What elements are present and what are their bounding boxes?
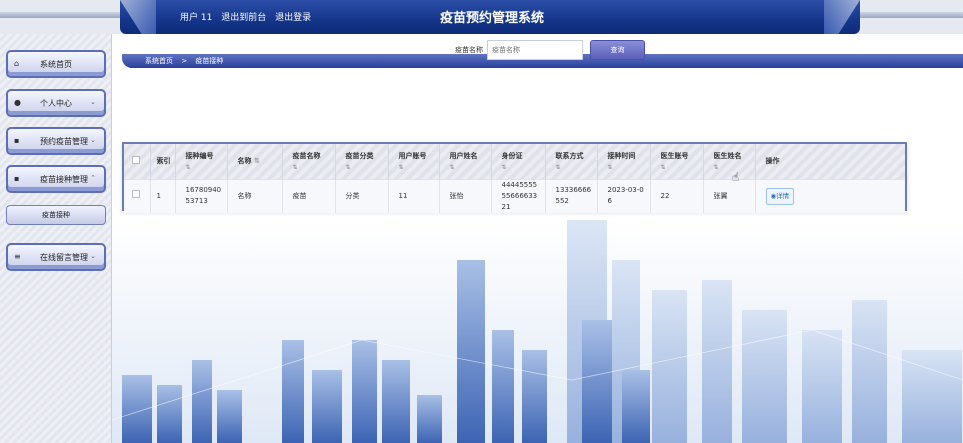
cell-vaccine: 疫苗 bbox=[282, 178, 336, 213]
breadcrumb: 系统首页 > 疫苗接种 bbox=[142, 56, 226, 66]
sort-icon[interactable]: ⇅ bbox=[608, 164, 650, 171]
column-header[interactable]: 索引 bbox=[150, 144, 176, 179]
sort-icon[interactable]: ⇅ bbox=[254, 157, 260, 165]
column-header[interactable]: 接种时间 ⇅ bbox=[597, 144, 651, 179]
sort-icon[interactable]: ⇅ bbox=[186, 164, 227, 171]
sort-icon[interactable]: ⇅ bbox=[399, 164, 439, 171]
cell-index: 1 bbox=[150, 178, 176, 213]
table-header-row: 索引 接种编号 ⇅ 名称 ⇅ 疫苗名称 ⇅ 疫苗分类 ⇅ 用户账号 ⇅ 用户姓名 ⇅ 身份… bbox=[124, 144, 905, 179]
column-header[interactable]: 医生账号 ⇅ bbox=[650, 144, 704, 179]
cell-account: 11 bbox=[388, 178, 440, 213]
grid-icon: ▪ bbox=[14, 136, 20, 145]
column-header[interactable]: 医生姓名 ⇅ bbox=[703, 144, 756, 179]
cell-doctor-name: 张翼 bbox=[703, 178, 756, 213]
column-header[interactable]: 疫苗分类 ⇅ bbox=[335, 144, 389, 179]
cell-phone: 13336666552 bbox=[545, 178, 598, 213]
grid-icon: ▪ bbox=[14, 174, 20, 183]
search-button[interactable]: 查询 bbox=[590, 40, 645, 60]
sort-icon[interactable]: ⇅ bbox=[346, 164, 388, 171]
chevron-up-icon: ⌃ bbox=[90, 174, 96, 182]
mouse-cursor-icon: ☝ bbox=[732, 170, 740, 184]
table-row: 1 1678094053713 名称 疫苗 分类 11 张怡 444455555… bbox=[124, 178, 905, 213]
row-checkbox[interactable] bbox=[132, 190, 140, 198]
cell-name: 名称 bbox=[227, 178, 283, 213]
chevron-down-icon: ⌄ bbox=[90, 98, 96, 106]
sidebar: ⌂ 系统首页 ● 个人中心 ⌄ ▪ 预约疫苗管理 ⌄ ▪ 疫苗接种管理 ⌃ 疫苗… bbox=[0, 34, 112, 443]
sidebar-item-label: 在线留言管理 bbox=[40, 252, 88, 262]
city-skyline-background bbox=[112, 220, 963, 443]
cell-username: 张怡 bbox=[439, 178, 492, 213]
sort-icon[interactable]: ⇅ bbox=[661, 164, 703, 171]
column-header[interactable]: 名称 ⇅ bbox=[227, 144, 283, 179]
column-header: 操作 bbox=[755, 144, 905, 179]
header-user-links: 用户 11 退出到前台 退出登录 bbox=[180, 10, 317, 23]
column-header[interactable]: 接种编号 ⇅ bbox=[175, 144, 228, 179]
search-input[interactable] bbox=[487, 40, 583, 60]
top-header: 用户 11 退出到前台 退出登录 疫苗预约管理系统 bbox=[0, 0, 963, 34]
breadcrumb-separator: > bbox=[181, 57, 188, 65]
sidebar-item-vaccination[interactable]: ▪ 疫苗接种管理 ⌃ bbox=[6, 165, 106, 193]
breadcrumb-home[interactable]: 系统首页 bbox=[145, 57, 173, 65]
column-header[interactable]: 疫苗名称 ⇅ bbox=[282, 144, 336, 179]
search-label: 疫苗名称 bbox=[455, 46, 483, 54]
sidebar-subitem-vaccination[interactable]: 疫苗接种 bbox=[6, 205, 106, 225]
chevron-down-icon: ⌄ bbox=[90, 252, 96, 260]
select-all-header bbox=[124, 144, 151, 179]
sort-icon[interactable]: ⇅ bbox=[450, 164, 491, 171]
cell-time: 2023-03-06 bbox=[597, 178, 651, 213]
sliders-icon: ≡ bbox=[14, 252, 21, 261]
column-header[interactable]: 用户账号 ⇅ bbox=[388, 144, 440, 179]
select-all-checkbox[interactable] bbox=[132, 156, 140, 165]
header-wing-right bbox=[853, 12, 963, 18]
breadcrumb-current: 疫苗接种 bbox=[195, 57, 224, 65]
cell-category: 分类 bbox=[335, 178, 389, 213]
sidebar-item-label: 个人中心 bbox=[40, 98, 72, 108]
sidebar-item-messages[interactable]: ≡ 在线留言管理 ⌄ bbox=[6, 243, 106, 271]
sidebar-item-profile[interactable]: ● 个人中心 ⌄ bbox=[6, 89, 106, 117]
current-user: 用户 11 bbox=[180, 13, 213, 23]
data-table: 索引 接种编号 ⇅ 名称 ⇅ 疫苗名称 ⇅ 疫苗分类 ⇅ 用户账号 ⇅ 用户姓名 ⇅ 身份… bbox=[122, 142, 907, 213]
chevron-down-icon: ⌄ bbox=[90, 136, 96, 144]
goto-front-link[interactable]: 退出到前台 bbox=[221, 13, 266, 23]
cell-action: ◉详情 bbox=[755, 178, 905, 213]
column-header[interactable]: 身份证 ⇅ bbox=[491, 144, 546, 179]
sidebar-item-label: 疫苗接种管理 bbox=[40, 174, 88, 184]
sidebar-item-label: 预约疫苗管理 bbox=[40, 136, 88, 146]
column-header[interactable]: 用户姓名 ⇅ bbox=[439, 144, 492, 179]
sort-icon[interactable]: ⇅ bbox=[556, 164, 597, 171]
sort-icon[interactable]: ⇅ bbox=[502, 164, 545, 171]
sidebar-item-label: 系统首页 bbox=[40, 59, 72, 69]
row-select-cell bbox=[124, 178, 151, 213]
page-title: 疫苗预约管理系统 bbox=[440, 11, 545, 26]
cell-idcard: 444455555566663321 bbox=[491, 178, 546, 213]
user-icon: ● bbox=[14, 98, 21, 107]
cell-doctor-account: 22 bbox=[650, 178, 704, 213]
column-header[interactable]: 联系方式 ⇅ bbox=[545, 144, 598, 179]
sort-icon[interactable]: ⇅ bbox=[293, 164, 335, 171]
detail-button[interactable]: ◉详情 bbox=[765, 187, 795, 205]
home-icon: ⌂ bbox=[14, 59, 20, 68]
header-wing-left bbox=[0, 12, 120, 18]
cell-code: 1678094053713 bbox=[175, 178, 228, 213]
sidebar-item-appointment[interactable]: ▪ 预约疫苗管理 ⌄ bbox=[6, 127, 106, 155]
logout-link[interactable]: 退出登录 bbox=[275, 13, 311, 23]
sidebar-item-home[interactable]: ⌂ 系统首页 bbox=[6, 50, 106, 78]
